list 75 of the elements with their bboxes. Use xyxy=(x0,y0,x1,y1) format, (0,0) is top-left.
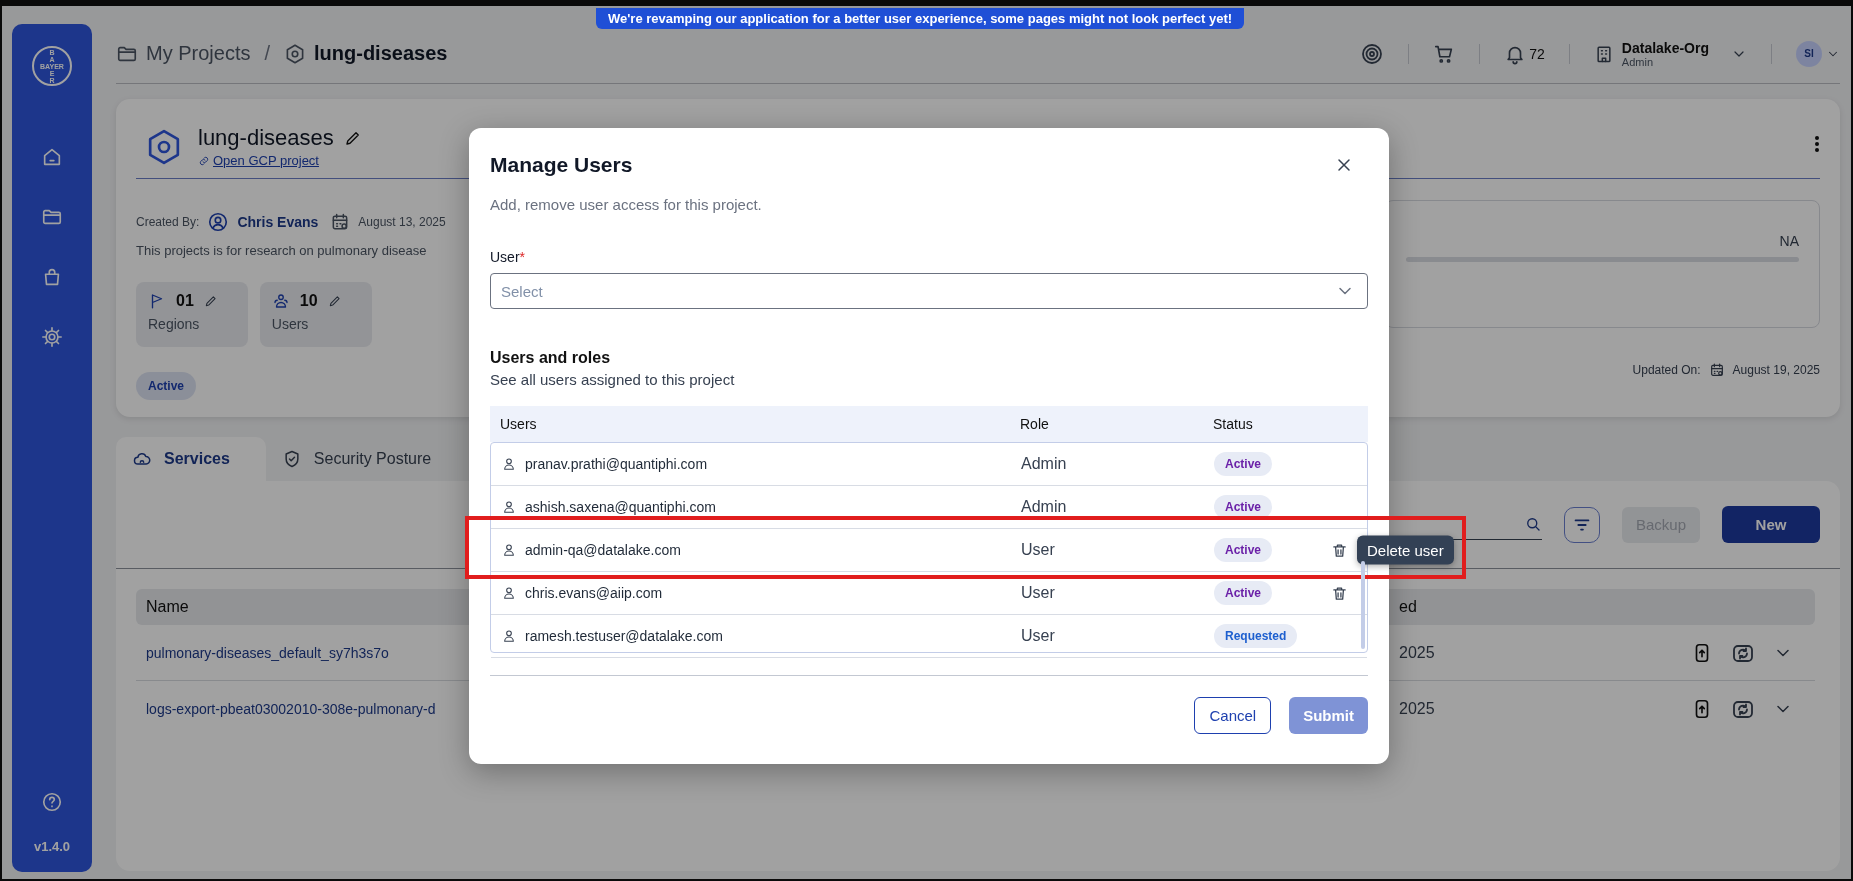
status-badge: Active xyxy=(136,372,197,400)
user-role: Admin xyxy=(1021,455,1068,473)
home-icon[interactable] xyxy=(41,146,63,168)
link-icon xyxy=(198,154,210,167)
tab[interactable]: Security Posture xyxy=(265,437,458,481)
created-date: August 13, 2025 xyxy=(358,215,446,229)
section-title: Users and roles xyxy=(490,349,612,367)
created-by-label: Created By: xyxy=(136,215,200,229)
breadcrumb-item[interactable]: My Projects xyxy=(146,42,251,65)
user-icon xyxy=(501,542,517,558)
breadcrumb-separator: / xyxy=(264,42,271,65)
stat-label: Regions xyxy=(148,316,201,332)
filter-button[interactable] xyxy=(1563,506,1600,543)
column-header: Status xyxy=(1213,416,1254,432)
tab[interactable]: Services xyxy=(116,437,266,481)
column-header: Users xyxy=(500,416,538,432)
more-options-icon[interactable] xyxy=(1814,135,1820,153)
user-select[interactable]: Select xyxy=(490,273,1368,309)
target-icon[interactable] xyxy=(1360,41,1385,66)
scrollbar-thumb[interactable] xyxy=(1361,561,1365,649)
column-header: ed xyxy=(1399,598,1418,616)
cancel-button[interactable]: Cancel xyxy=(1194,697,1272,734)
org-role: Admin xyxy=(1621,55,1654,68)
status-badge: Requested xyxy=(1214,624,1298,648)
new-button[interactable]: New xyxy=(1722,506,1820,543)
dialog-subtitle: Add, remove user access for this project. xyxy=(490,196,763,213)
updated-date: August 19, 2025 xyxy=(1732,363,1820,377)
user-email: ramesh.testuser@datalake.com xyxy=(525,628,723,644)
stat-label: Users xyxy=(271,316,310,332)
breadcrumb-item[interactable]: lung-diseases xyxy=(314,42,448,65)
stat-value: 01 xyxy=(176,292,194,310)
user-email: chris.evans@aiip.com xyxy=(525,585,663,601)
project-description: This projects is for research on pulmonary disease xyxy=(136,243,428,258)
user-icon xyxy=(501,628,517,644)
gcp-project-link[interactable]: Open GCP project xyxy=(213,153,319,168)
version-label: v1.4.0 xyxy=(33,839,71,854)
status-badge: Active xyxy=(1214,538,1273,562)
table-cell-text: 2025 xyxy=(1399,699,1436,718)
stat-value: 10 xyxy=(299,292,318,310)
user-icon xyxy=(501,499,517,515)
announcement-banner: We're revamping our application for a better user experience, some pages might not look perfect yet! xyxy=(596,8,1245,29)
org-name[interactable]: Datalake-Org xyxy=(1621,39,1709,56)
notification-count: 72 xyxy=(1529,45,1545,62)
user-role: User xyxy=(1021,541,1056,559)
calendar-icon xyxy=(1708,362,1725,378)
user-email: admin-qa@datalake.com xyxy=(525,542,681,558)
status-badge: Active xyxy=(1214,495,1273,519)
users-icon xyxy=(271,292,290,310)
creator-name: Chris Evans xyxy=(237,214,319,230)
status-badge: Active xyxy=(1214,452,1273,476)
summary-value: NA xyxy=(1778,233,1799,249)
updated-on-label: Updated On: xyxy=(1632,363,1701,377)
section-subtitle: See all users assigned to this project xyxy=(490,371,736,388)
project-title: lung-diseases xyxy=(198,125,334,151)
column-header: Name xyxy=(146,598,190,616)
user-role: Admin xyxy=(1021,498,1068,516)
user-circle-icon xyxy=(207,211,230,233)
settings-icon[interactable] xyxy=(41,326,63,348)
user-icon xyxy=(501,585,517,601)
user-icon xyxy=(501,456,517,472)
user-role: User xyxy=(1021,627,1056,645)
user-email: ashish.saxena@quantiphi.com xyxy=(525,499,716,515)
dialog-title: Manage Users xyxy=(490,153,633,177)
edit-icon[interactable] xyxy=(343,129,362,147)
edit-icon[interactable] xyxy=(327,294,342,308)
column-header: Role xyxy=(1020,416,1050,432)
status-badge: Active xyxy=(1214,581,1273,605)
tooltip: Delete user xyxy=(1357,535,1454,565)
help-icon[interactable] xyxy=(41,791,63,813)
user-email: pranav.prathi@quantiphi.com xyxy=(525,456,708,472)
table-cell-text: 2025 xyxy=(1399,643,1436,662)
field-label: User* xyxy=(490,249,526,265)
user-avatar[interactable]: SI xyxy=(1796,40,1822,67)
user-role: User xyxy=(1021,584,1056,602)
edit-icon[interactable] xyxy=(203,294,218,308)
